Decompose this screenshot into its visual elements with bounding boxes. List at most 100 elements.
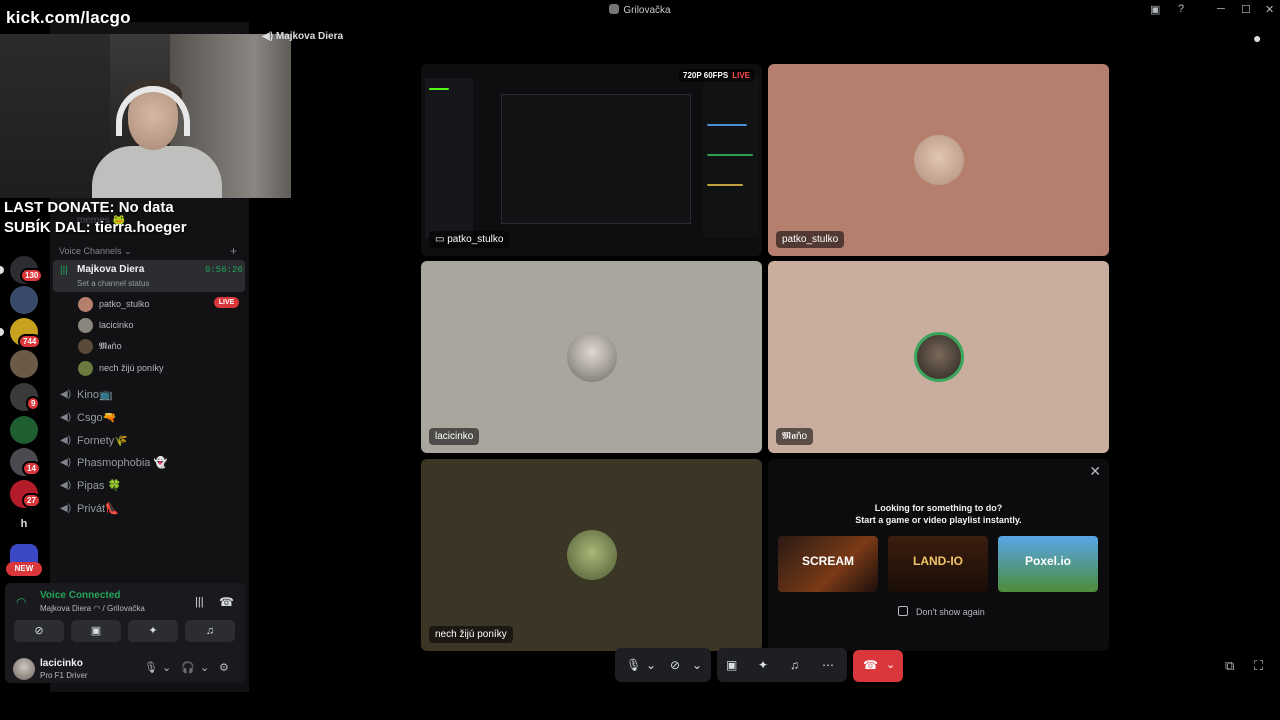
- chat-line: [707, 184, 743, 186]
- speaker-icon: ◀): [60, 389, 72, 400]
- member-mano[interactable]: 𝕸𝖆ňo: [78, 339, 122, 354]
- game-card-scream[interactable]: SCREAM: [778, 536, 878, 592]
- camera-off-button[interactable]: ⊘: [14, 620, 64, 642]
- soundboard-button[interactable]: ♫: [185, 620, 235, 642]
- avatar: [913, 135, 964, 185]
- activity-title: Looking for something to do?: [874, 503, 1003, 513]
- speaker-icon: ◀): [60, 457, 72, 468]
- call-header: ◀) Majkova Diera: [262, 31, 343, 42]
- server-badge-1: 130: [20, 268, 44, 283]
- screen-share-icon: ▣: [90, 625, 102, 637]
- voice-connected-label[interactable]: Voice Connected: [40, 590, 120, 601]
- call-actions: ▣ ✦ ♫ ⋯: [717, 648, 847, 682]
- kick-url: kick.com/lacgo: [6, 8, 131, 27]
- camera-off-icon[interactable]: ⊘: [670, 658, 680, 672]
- chevron-down-icon[interactable]: ⌄: [646, 658, 656, 672]
- user-avatar[interactable]: [13, 658, 35, 680]
- noise-suppression-icon[interactable]: |||: [195, 596, 204, 608]
- fullscreen-icon[interactable]: ⛶: [1254, 658, 1263, 674]
- channel-fornety[interactable]: Fornety🌾: [77, 434, 128, 447]
- live-indicator: LIVE: [732, 71, 750, 80]
- signal-icon: ◠: [16, 595, 27, 609]
- channel-status[interactable]: Set a channel status: [77, 279, 150, 288]
- dont-show-again-checkbox[interactable]: Don't show again: [898, 606, 985, 617]
- close-window-button[interactable]: ✕: [1265, 3, 1274, 16]
- chevron-down-icon[interactable]: ⌄: [692, 658, 702, 672]
- video-tile-lacicinko[interactable]: lacicinko: [421, 261, 762, 453]
- member-name: nech žijú poníky: [99, 362, 164, 373]
- avatar: [78, 361, 93, 376]
- server-badge-4: 14: [22, 461, 41, 476]
- user-status: Pro F1 Driver: [40, 671, 88, 680]
- server-icon-h[interactable]: h: [10, 510, 38, 538]
- microphone-icon[interactable]: 🎙: [626, 658, 641, 672]
- tile-label: lacicinko: [429, 428, 480, 445]
- member-nech[interactable]: nech žijú poníky: [78, 361, 164, 376]
- active-channel-name: Majkova Diera: [77, 264, 145, 275]
- game-title: Poxel.io: [1024, 554, 1071, 568]
- channel-phasmophobia[interactable]: Phasmophobia 👻: [77, 456, 167, 469]
- checkbox[interactable]: [898, 606, 908, 616]
- activities-icon: ✦: [148, 625, 158, 637]
- help-icon[interactable]: ?: [1178, 3, 1184, 15]
- minimize-button[interactable]: ─: [1217, 3, 1225, 15]
- add-channel-icon[interactable]: +: [230, 244, 237, 258]
- chevron-down-icon[interactable]: ⌄: [162, 661, 171, 674]
- new-badge[interactable]: NEW: [6, 562, 42, 576]
- disconnect-button[interactable]: ☎ ⌄: [853, 650, 903, 682]
- chevron-down-icon: ⌄: [124, 246, 132, 256]
- microphone-icon[interactable]: 🎙: [144, 661, 158, 674]
- maximize-button[interactable]: ☐: [1241, 3, 1251, 16]
- close-icon[interactable]: ✕: [1089, 463, 1101, 480]
- voice-channels-header[interactable]: Voice Channels ⌄ +: [59, 244, 241, 258]
- hangup-icon: ☎: [863, 658, 878, 672]
- member-patko[interactable]: patko_stulko: [78, 297, 150, 312]
- channel-privat[interactable]: Privát👠: [77, 502, 119, 515]
- screen-share-icon: ▭: [435, 234, 448, 245]
- stream-chat: [703, 78, 759, 238]
- media-controls: 🎙 ⌄ ⊘ ⌄: [615, 648, 711, 682]
- screen-share-button[interactable]: ▣: [71, 620, 121, 642]
- stream-overlay: kick.com/lacgo LAST DONATE: No data SUBÍ…: [0, 0, 295, 240]
- video-tile-patko[interactable]: patko_stulko: [768, 64, 1109, 256]
- soundboard-icon[interactable]: ♫: [790, 658, 799, 672]
- channel-pipas[interactable]: Pipas 🍀: [77, 479, 121, 492]
- screen-share-icon[interactable]: ▣: [1150, 3, 1160, 16]
- game-card-landio[interactable]: LAND-IO: [888, 536, 988, 592]
- speaker-icon: ◀): [262, 31, 274, 42]
- speaker-icon: ◀): [60, 435, 72, 446]
- stream-tile[interactable]: 720P 60FPS LIVE ▭ patko_stulko: [421, 64, 762, 256]
- member-lacicinko[interactable]: lacicinko: [78, 318, 134, 333]
- disconnect-icon[interactable]: ☎: [219, 595, 234, 609]
- chevron-down-icon[interactable]: ⌄: [200, 661, 209, 674]
- server-badge-2: 744: [18, 334, 42, 349]
- popout-icon[interactable]: ⧉: [1225, 658, 1234, 674]
- call-channel-name: Majkova Diera: [275, 31, 344, 42]
- channel-kino[interactable]: Kino📺: [77, 388, 113, 401]
- activities-button[interactable]: ✦: [128, 620, 178, 642]
- webcam-feed: [0, 34, 291, 198]
- game-card-poxel[interactable]: Poxel.io: [998, 536, 1098, 592]
- headphones-icon[interactable]: 🎧: [181, 661, 195, 674]
- more-options-icon[interactable]: ⋯: [822, 658, 834, 672]
- chat-bubble-icon[interactable]: ●: [1253, 30, 1261, 46]
- chevron-down-icon[interactable]: ⌄: [886, 658, 895, 671]
- video-tile-mano[interactable]: 𝕸𝖆ňo: [768, 261, 1109, 453]
- user-name[interactable]: lacicinko: [40, 658, 83, 669]
- chat-line: [707, 154, 753, 156]
- tile-label: nech žijú poníky: [429, 626, 513, 643]
- voice-location[interactable]: Majkova Diera ◠ / Grilovačka: [40, 604, 145, 613]
- channel-csgo[interactable]: Csgo🔫: [77, 411, 116, 424]
- video-tile-nech[interactable]: nech žijú poníky: [421, 459, 762, 651]
- activities-icon[interactable]: ✦: [758, 658, 768, 672]
- streamed-screen: [421, 64, 762, 256]
- tile-label: ▭ patko_stulko: [429, 231, 510, 248]
- settings-gear-icon[interactable]: ⚙: [219, 661, 229, 674]
- stream-sidebar: [425, 78, 473, 238]
- activity-subtitle: Start a game or video playlist instantly…: [855, 515, 1022, 525]
- server-icon-2[interactable]: [10, 286, 38, 314]
- server-icon-6[interactable]: [10, 416, 38, 444]
- screen-share-icon[interactable]: ▣: [726, 658, 737, 672]
- server-icon-4[interactable]: [10, 350, 38, 378]
- activity-panel: ✕ Looking for something to do? Start a g…: [768, 459, 1109, 651]
